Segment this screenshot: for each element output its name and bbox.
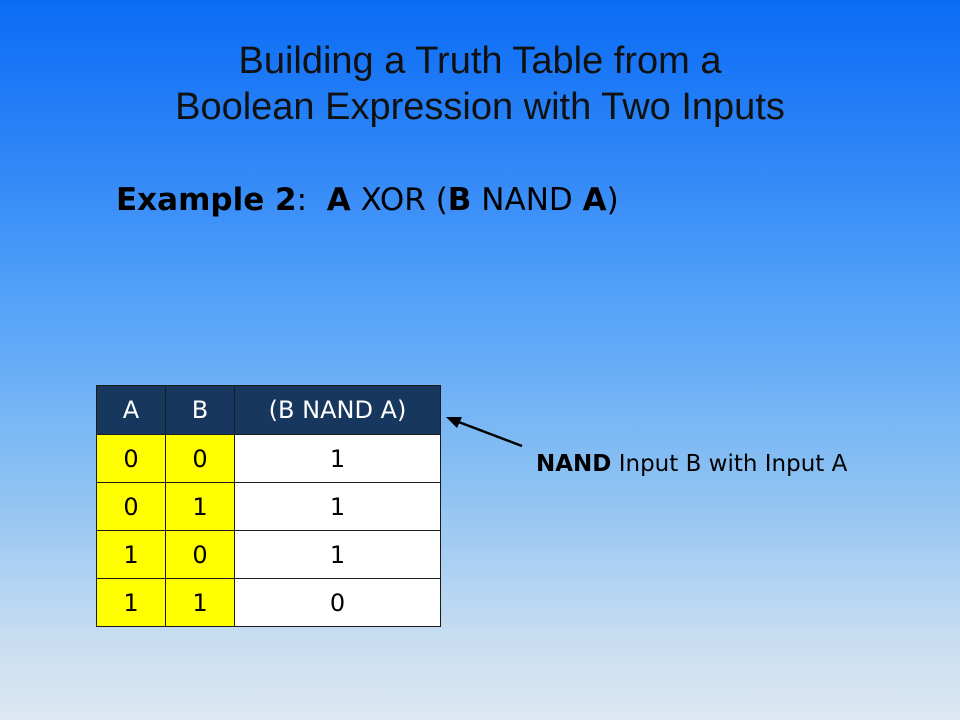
annotation-text: NAND Input B with Input A	[536, 451, 847, 477]
pointer-arrow-icon	[446, 417, 523, 448]
annotation-rest: Input B with Input A	[618, 451, 848, 477]
annotation-bold: NAND	[536, 451, 612, 477]
